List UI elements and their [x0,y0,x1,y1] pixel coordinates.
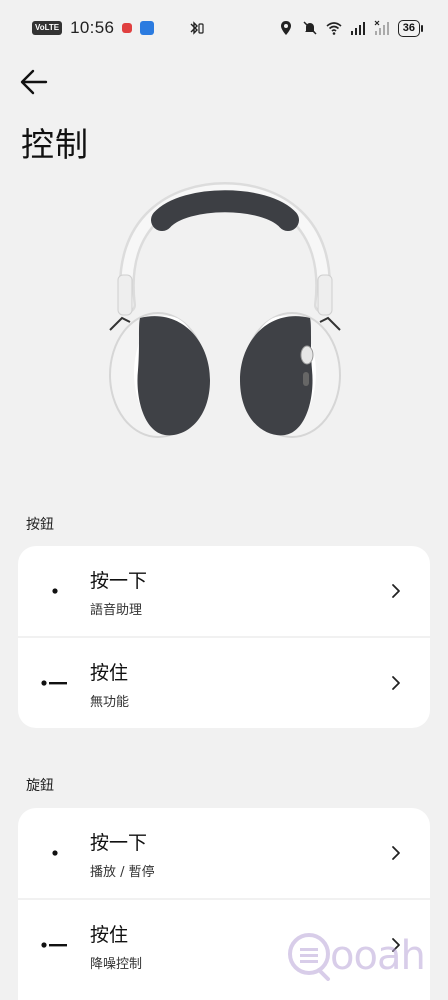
arrow-left-icon [20,69,48,95]
wifi-icon [326,22,342,35]
single-dot-icon [18,581,90,601]
back-button[interactable] [14,62,54,102]
section-label-knob: 旋鈕 [26,778,54,794]
dot-dash-icon [18,673,90,693]
button-controls-card: 按一下 語音助理 按住 無功能 [18,546,430,728]
notification-app-icon [122,23,133,33]
row-subtitle: 播放 / 暫停 [90,865,155,880]
dot-dash-icon [18,935,90,955]
page-title: 控制 [21,125,89,164]
mute-bell-icon [303,21,317,35]
status-time: 10:56 [70,18,115,37]
notification-shield-icon [140,21,155,35]
chevron-right-icon [376,844,416,862]
watermark-text: ooah [330,933,426,979]
watermark-logo: ooah [286,930,426,982]
chevron-right-icon [376,582,416,600]
signal-icon [350,22,365,35]
knob-press-once-row[interactable]: 按一下 播放 / 暫停 [18,808,430,898]
battery-indicator: 36 [397,19,424,37]
row-title: 按一下 [90,832,148,854]
row-title: 按住 [90,662,129,684]
chevron-right-icon [376,674,416,692]
bluetooth-battery-icon [190,21,204,35]
volte-indicator: VoLTE [32,21,63,35]
watermark-q-icon [288,933,330,981]
location-icon [280,21,291,35]
row-subtitle: 語音助理 [90,603,143,618]
row-title: 按一下 [90,570,148,592]
button-press-once-row[interactable]: 按一下 語音助理 [18,546,430,636]
row-subtitle: 無功能 [90,695,130,710]
single-dot-icon [18,843,90,863]
signal-no-service-icon [374,20,389,35]
section-label-button: 按鈕 [26,517,54,533]
status-bar: VoLTE 10:56 36 [0,0,448,56]
button-hold-row[interactable]: 按住 無功能 [18,636,430,728]
headphones-image [109,181,341,438]
